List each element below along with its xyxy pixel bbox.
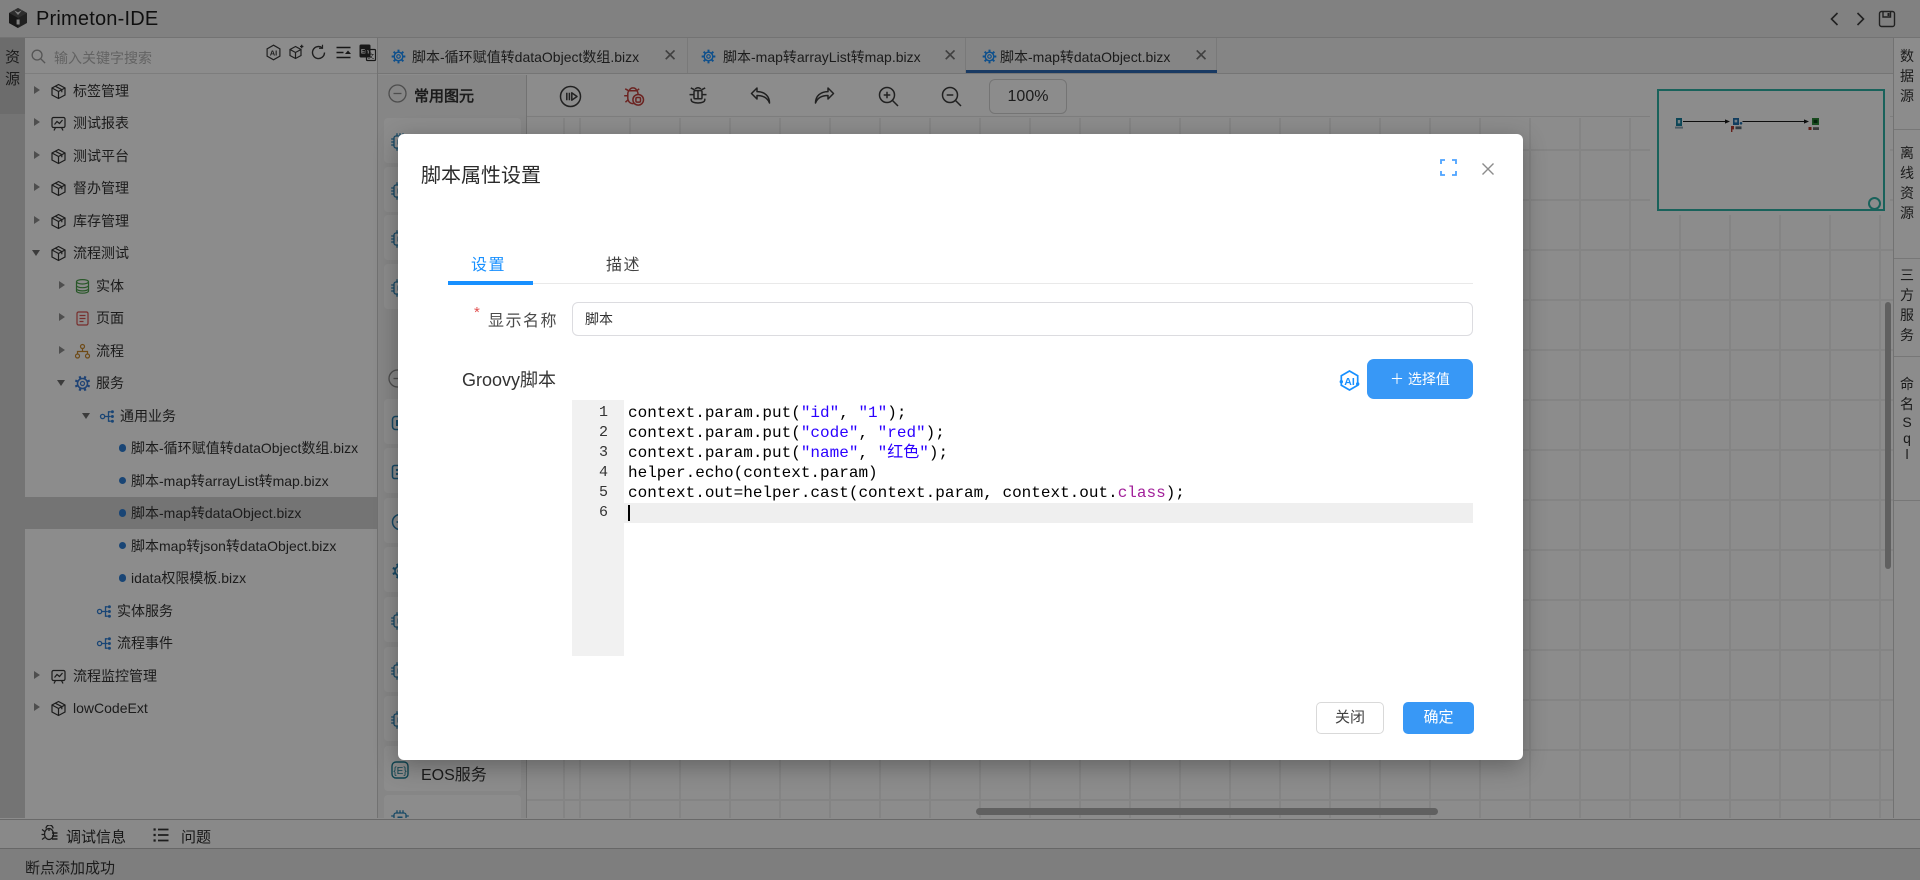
svg-text:AI: AI	[1344, 376, 1355, 388]
